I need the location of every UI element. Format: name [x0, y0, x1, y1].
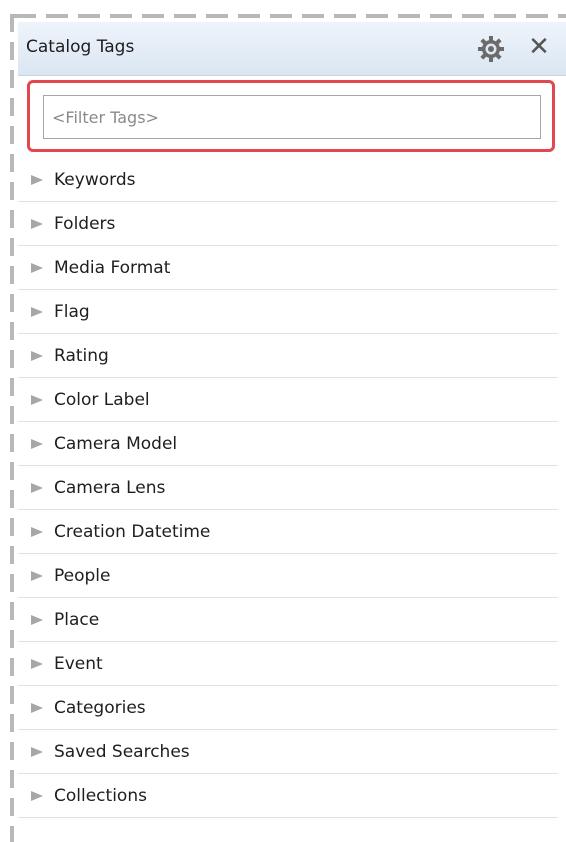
- dock-dashed-top-border: [14, 14, 566, 18]
- expand-arrow-icon[interactable]: [30, 526, 44, 538]
- expand-arrow-icon[interactable]: [30, 438, 44, 450]
- expand-arrow-icon[interactable]: [30, 262, 44, 274]
- expand-arrow-icon[interactable]: [30, 218, 44, 230]
- tag-category-row[interactable]: Categories: [18, 686, 558, 730]
- tag-category-list: Keywords Folders Media Format Flag Rating Col…: [18, 158, 558, 818]
- close-icon[interactable]: ✕: [526, 32, 552, 62]
- expand-arrow-icon[interactable]: [30, 306, 44, 318]
- tag-category-row[interactable]: Place: [18, 598, 558, 642]
- screenshot-frame: Catalog Tags ✕ <Filter Tags> Keywords Fo…: [0, 0, 566, 842]
- tag-category-row[interactable]: Event: [18, 642, 558, 686]
- tag-category-label: Media Format: [54, 257, 171, 278]
- tag-category-row[interactable]: People: [18, 554, 558, 598]
- panel-titlebar[interactable]: Catalog Tags ✕: [18, 22, 566, 76]
- expand-arrow-icon[interactable]: [30, 482, 44, 494]
- tag-category-label: Keywords: [54, 169, 136, 190]
- tag-category-row[interactable]: Flag: [18, 290, 558, 334]
- tag-category-row[interactable]: Camera Model: [18, 422, 558, 466]
- tag-category-label: Camera Lens: [54, 477, 166, 498]
- tag-category-row[interactable]: Rating: [18, 334, 558, 378]
- expand-arrow-icon[interactable]: [30, 570, 44, 582]
- tag-category-label: Folders: [54, 213, 116, 234]
- tag-category-row[interactable]: Folders: [18, 202, 558, 246]
- expand-arrow-icon[interactable]: [30, 614, 44, 626]
- tag-category-label: Event: [54, 653, 103, 674]
- catalog-tags-panel: Catalog Tags ✕ <Filter Tags> Keywords Fo…: [18, 22, 566, 842]
- tag-category-label: Camera Model: [54, 433, 178, 454]
- tag-category-row[interactable]: Creation Datetime: [18, 510, 558, 554]
- tag-category-label: Collections: [54, 785, 147, 806]
- filter-highlight-box: [27, 80, 555, 152]
- dock-dashed-left-border: [10, 14, 14, 842]
- tag-category-row[interactable]: Collections: [18, 774, 558, 818]
- expand-arrow-icon[interactable]: [30, 658, 44, 670]
- tag-category-row[interactable]: Color Label: [18, 378, 558, 422]
- filter-tags-input[interactable]: [43, 95, 541, 139]
- tag-category-row[interactable]: Camera Lens: [18, 466, 558, 510]
- expand-arrow-icon[interactable]: [30, 790, 44, 802]
- tag-category-label: Color Label: [54, 389, 150, 410]
- tag-category-label: Place: [54, 609, 100, 630]
- tag-category-label: Flag: [54, 301, 90, 322]
- tag-category-label: Rating: [54, 345, 109, 366]
- tag-category-row[interactable]: Keywords: [18, 158, 558, 202]
- gear-icon[interactable]: [476, 34, 506, 64]
- tag-category-label: Creation Datetime: [54, 521, 211, 542]
- tag-category-label: Saved Searches: [54, 741, 190, 762]
- tag-category-label: Categories: [54, 697, 146, 718]
- expand-arrow-icon[interactable]: [30, 174, 44, 186]
- expand-arrow-icon[interactable]: [30, 350, 44, 362]
- expand-arrow-icon[interactable]: [30, 746, 44, 758]
- expand-arrow-icon[interactable]: [30, 702, 44, 714]
- tag-category-row[interactable]: Saved Searches: [18, 730, 558, 774]
- expand-arrow-icon[interactable]: [30, 394, 44, 406]
- panel-title: Catalog Tags: [26, 37, 135, 57]
- tag-category-label: People: [54, 565, 111, 586]
- tag-category-row[interactable]: Media Format: [18, 246, 558, 290]
